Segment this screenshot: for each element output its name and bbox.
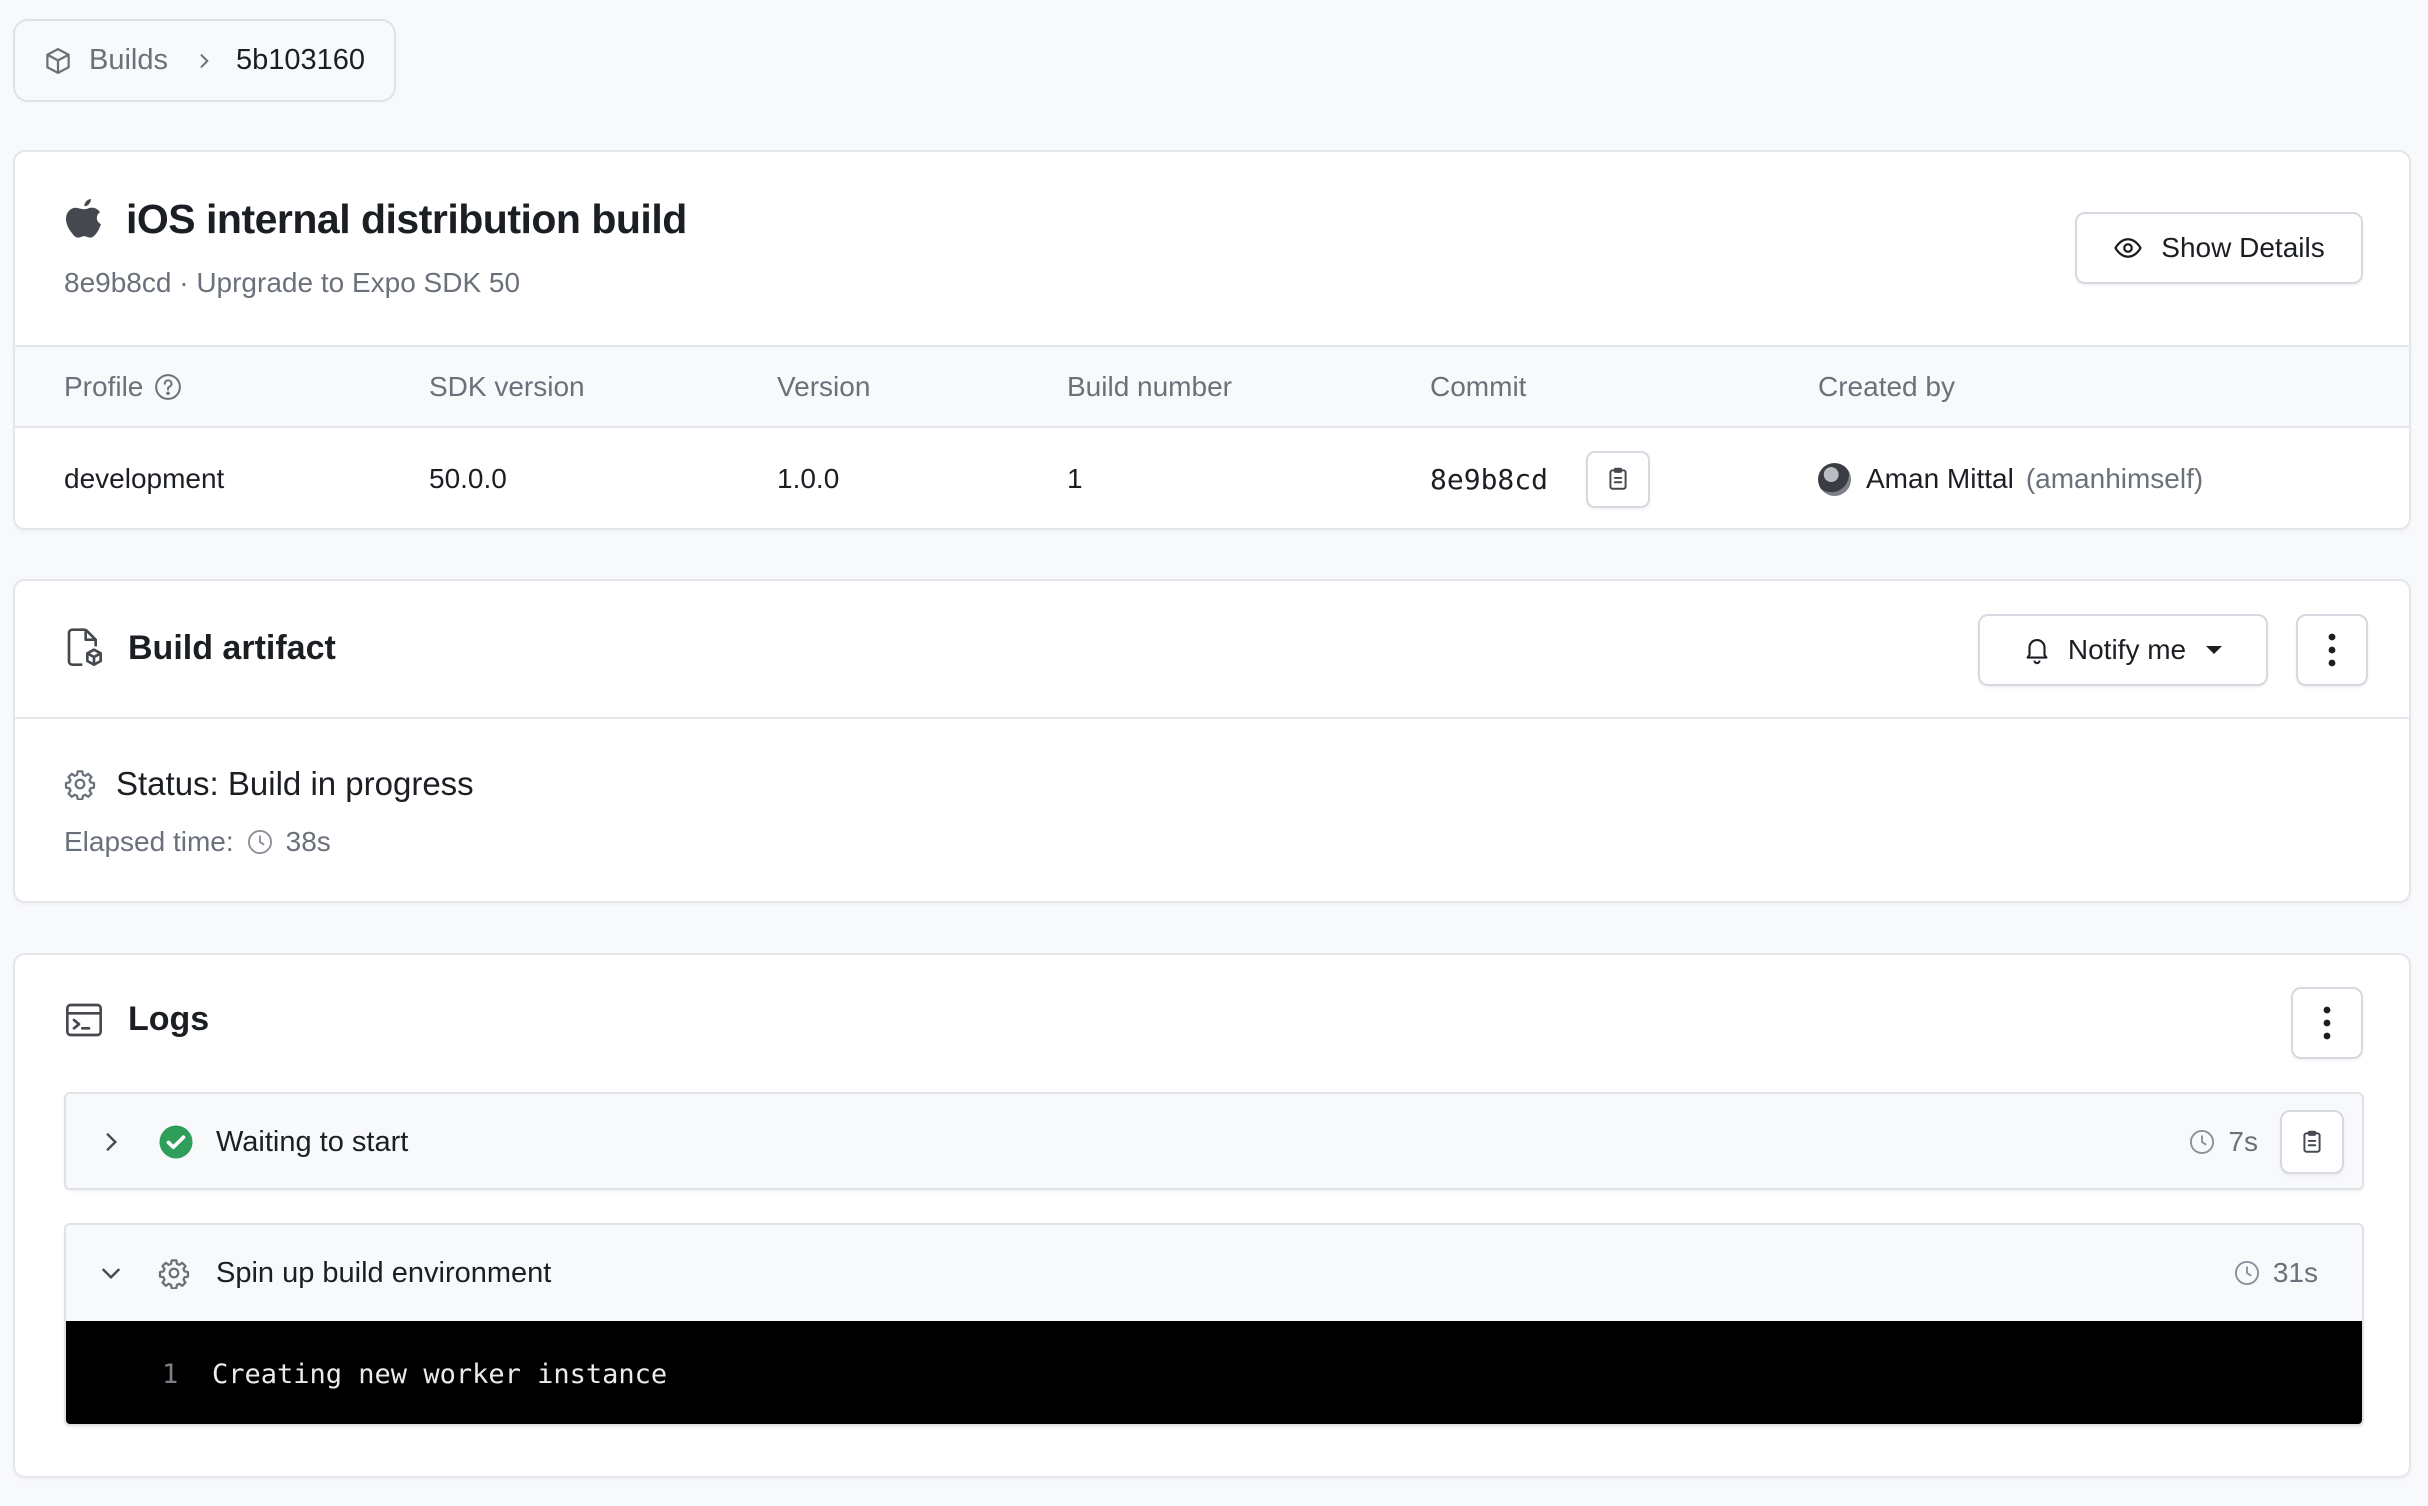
gear-icon xyxy=(64,768,96,800)
build-status: Status: Build in progress xyxy=(64,765,474,803)
clock-icon xyxy=(2233,1259,2261,1287)
log-step-header[interactable]: Waiting to start 7s xyxy=(66,1094,2362,1190)
avatar xyxy=(1818,462,1851,496)
clipboard-icon xyxy=(2299,1129,2325,1155)
log-output: 1 Creating new worker instance xyxy=(66,1321,2362,1424)
copy-log-button[interactable] xyxy=(2280,1110,2344,1174)
clipboard-icon xyxy=(1605,466,1631,492)
clock-icon xyxy=(2188,1128,2216,1156)
profile-value: development xyxy=(64,463,225,494)
commit-header: Commit xyxy=(1430,370,1527,402)
log-step-waiting[interactable]: Waiting to start 7s xyxy=(64,1092,2364,1190)
created-by-cell: Aman Mittal (amanhimself) xyxy=(1818,428,2204,528)
sdk-version-header: SDK version xyxy=(429,370,585,402)
log-step-label: Spin up build environment xyxy=(216,1256,552,1289)
copy-commit-button[interactable] xyxy=(1586,450,1651,508)
more-vertical-icon xyxy=(2323,1006,2331,1040)
created-by-header: Created by xyxy=(1818,370,1955,402)
breadcrumb-current: 5b103160 xyxy=(236,44,366,76)
terminal-icon xyxy=(64,1001,104,1039)
elapsed-value: 38s xyxy=(285,826,331,857)
build-meta-header: Profile SDK version Version Build number… xyxy=(15,345,2409,428)
profile-header: Profile xyxy=(64,347,183,426)
build-title-row: iOS internal distribution build xyxy=(64,196,687,243)
build-title: iOS internal distribution build xyxy=(126,196,687,242)
version-value: 1.0.0 xyxy=(777,463,840,494)
check-circle-icon xyxy=(158,1124,194,1160)
artifact-title: Build artifact xyxy=(128,628,336,667)
show-details-button[interactable]: Show Details xyxy=(2075,212,2363,284)
log-step-spin-up[interactable]: Spin up build environment 31s 1 Creating… xyxy=(64,1223,2364,1426)
breadcrumb: Builds 5b103160 xyxy=(13,19,396,102)
creator-name[interactable]: Aman Mittal xyxy=(1866,463,2014,495)
clock-icon xyxy=(246,828,274,856)
help-circle-icon[interactable] xyxy=(153,372,183,402)
commit-cell: 8e9b8cd xyxy=(1430,428,1651,528)
sdk-version-value: 50.0.0 xyxy=(429,463,507,494)
artifact-divider xyxy=(15,717,2409,719)
build-number-value: 1 xyxy=(1067,463,1083,494)
bell-icon xyxy=(2022,635,2052,665)
log-step-duration: 31s xyxy=(2233,1257,2318,1289)
caret-down-icon xyxy=(2204,644,2224,656)
logs-title: Logs xyxy=(128,1000,210,1038)
notify-me-button[interactable]: Notify me xyxy=(1978,614,2268,686)
logs-header: Logs xyxy=(64,1000,209,1039)
log-step-label: Waiting to start xyxy=(216,1125,409,1158)
artifact-more-button[interactable] xyxy=(2296,614,2368,686)
apple-icon xyxy=(64,197,104,243)
commit-hash-link[interactable]: 8e9b8cd xyxy=(1430,463,1548,496)
file-package-icon xyxy=(64,626,104,670)
version-header: Version xyxy=(777,370,871,402)
profile-header-label: Profile xyxy=(64,370,144,402)
log-line-text: Creating new worker instance xyxy=(212,1359,668,1390)
build-artifact-card: Build artifact Notify me Status: Build i… xyxy=(13,579,2411,903)
package-icon xyxy=(43,46,73,76)
chevron-right-icon xyxy=(194,51,214,71)
build-number-header: Build number xyxy=(1067,370,1232,402)
notify-me-label: Notify me xyxy=(2067,634,2187,665)
build-meta-row: development 50.0.0 1.0.0 1 8e9b8cd Aman … xyxy=(15,428,2409,528)
creator-username: (amanhimself) xyxy=(2025,463,2204,494)
artifact-header: Build artifact xyxy=(64,626,336,670)
log-step-header[interactable]: Spin up build environment 31s xyxy=(66,1225,2362,1321)
eye-icon xyxy=(2113,233,2143,263)
gear-icon xyxy=(158,1257,190,1289)
log-step-duration: 7s xyxy=(2188,1126,2258,1158)
more-vertical-icon xyxy=(2328,633,2336,667)
logs-more-button[interactable] xyxy=(2291,987,2363,1059)
breadcrumb-builds-link[interactable]: Builds xyxy=(89,44,168,77)
log-line-number: 1 xyxy=(162,1359,179,1390)
build-status-text: Status: Build in progress xyxy=(116,765,474,802)
chevron-down-icon[interactable] xyxy=(98,1260,124,1286)
elapsed-time: Elapsed time: 38s xyxy=(64,826,331,858)
logs-card: Logs Waiting to start 7s Spin up build e… xyxy=(13,953,2411,1478)
build-summary-card: iOS internal distribution build 8e9b8cd … xyxy=(13,150,2411,530)
show-details-label: Show Details xyxy=(2161,232,2325,263)
chevron-right-icon[interactable] xyxy=(98,1129,124,1155)
log-step-duration-value: 31s xyxy=(2272,1257,2318,1288)
elapsed-label: Elapsed time: xyxy=(64,826,234,857)
log-step-duration-value: 7s xyxy=(2228,1126,2258,1157)
build-subtitle: 8e9b8cd · Uprgrade to Expo SDK 50 xyxy=(64,267,521,298)
